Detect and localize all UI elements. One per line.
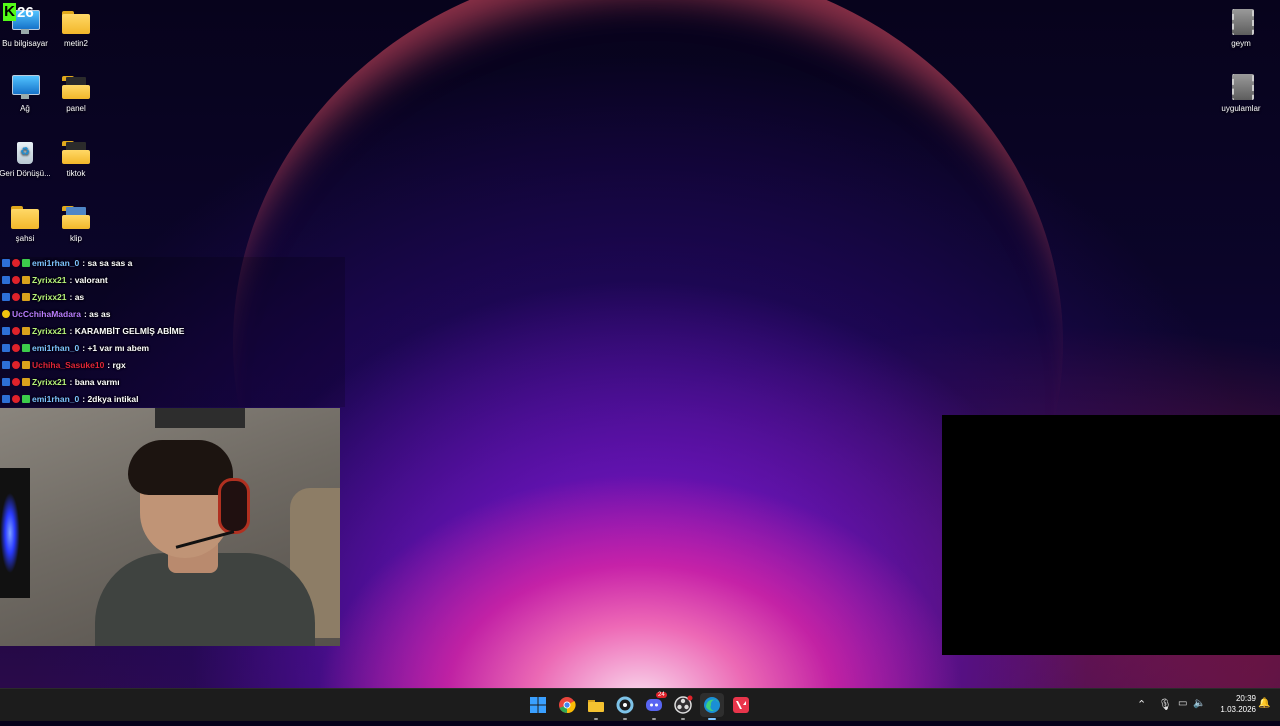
valorant-icon (733, 697, 749, 713)
chat-message: Zyrixx21: as (2, 289, 84, 305)
folder-icon (10, 203, 40, 231)
video-overlay-panel (942, 415, 1280, 655)
edge-icon (704, 697, 720, 713)
folder-icon (61, 73, 91, 101)
folder-icon (61, 8, 91, 36)
kick-follower-badge: K 26 (3, 3, 34, 21)
file-explorer-icon (588, 700, 604, 712)
chat-message: Zyrixx21: valorant (2, 272, 108, 288)
archive-icon (1226, 73, 1256, 101)
chat-message: emi1rhan_0: 2dkya intikal (2, 391, 138, 407)
start-button[interactable] (526, 693, 550, 717)
desktop-icon-network[interactable]: Ağ (0, 73, 54, 114)
windows-start-icon (530, 697, 546, 713)
desktop-icon-recycle-bin[interactable]: ♻ Geri Dönüşü... (0, 138, 54, 179)
recycle-bin-icon: ♻ (10, 138, 40, 166)
desktop-icon-panel[interactable]: panel (47, 73, 105, 114)
microphone-icon[interactable]: 🎙 (1158, 698, 1172, 711)
taskbar-file-explorer[interactable] (584, 693, 608, 720)
network-icon (10, 73, 40, 101)
show-hidden-icons-chevron-up-icon[interactable]: ⌃ (1137, 698, 1146, 711)
taskbar-obs[interactable] (671, 693, 695, 720)
taskbar: 24 ⌃ 🎙 ▭ 🔈 20:39 1.03.2026 🔔 (0, 688, 1280, 721)
taskbar-app[interactable] (613, 693, 637, 720)
folder-icon (61, 203, 91, 231)
taskbar-discord[interactable]: 24 (642, 692, 667, 720)
obs-icon (674, 695, 693, 714)
taskbar-valorant[interactable] (729, 693, 753, 717)
desktop-icon-sahsi[interactable]: şahsi (0, 203, 54, 244)
volume-icon[interactable]: 🔈 (1193, 698, 1205, 709)
discord-notification-badge: 24 (656, 692, 667, 698)
chat-message: Uchiha_Sasuke10: rgx (2, 357, 126, 373)
chat-message: UcCchihaMadara: as as (2, 306, 110, 322)
taskbar-edge[interactable] (700, 693, 724, 720)
chat-message: Zyrixx21: KARAMBİT GELMİŞ ABİME (2, 323, 184, 339)
webcam-feed (0, 408, 340, 646)
chat-message: Zyrixx21: bana varmı (2, 374, 120, 390)
network-status-icon[interactable]: ▭ (1178, 698, 1187, 709)
kick-logo-icon: K (3, 3, 16, 21)
desktop-icon-metin2[interactable]: metin2 (47, 8, 105, 49)
desktop-icon-tiktok[interactable]: tiktok (47, 138, 105, 179)
taskbar-chrome[interactable] (555, 693, 579, 717)
archive-icon (1226, 8, 1256, 36)
desktop-icon-geym[interactable]: geym (1212, 8, 1270, 49)
stream-chat-overlay: emi1rhan_0: sa sa sas a Zyrixx21: valora… (0, 257, 345, 407)
chrome-icon (559, 697, 576, 714)
folder-icon (61, 138, 91, 166)
app-icon (616, 696, 634, 714)
chat-message: emi1rhan_0: sa sa sas a (2, 255, 132, 271)
desktop-icon-uygulamlar[interactable]: uygulamlar (1212, 73, 1270, 114)
chat-message: emi1rhan_0: +1 var mı abem (2, 340, 149, 356)
notification-icon[interactable]: 🔔 (1258, 698, 1270, 709)
desktop-icon-klip[interactable]: klip (47, 203, 105, 244)
system-clock[interactable]: 20:39 1.03.2026 (1208, 693, 1256, 715)
